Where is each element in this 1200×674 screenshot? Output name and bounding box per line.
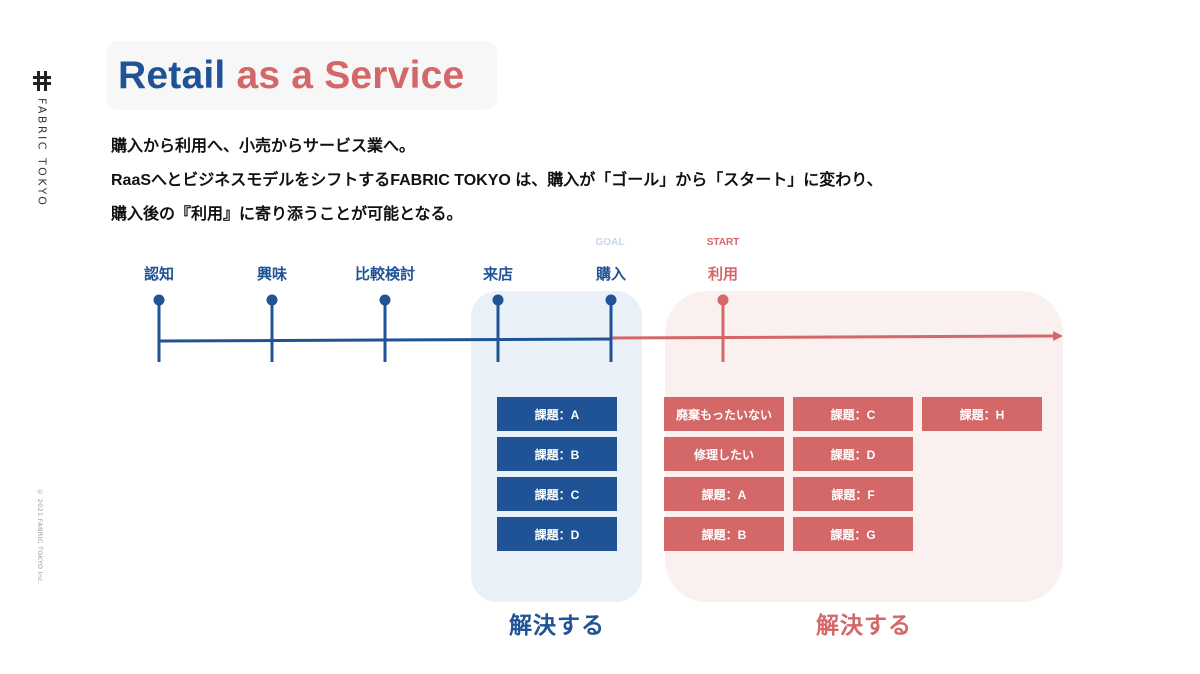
start-tag: START	[706, 237, 740, 248]
task-card: 課題：A	[664, 477, 784, 511]
stage-pin-dot	[717, 294, 729, 306]
task-card: 廃棄もったいない	[664, 397, 784, 431]
task-card: 課題：B	[664, 517, 784, 551]
task-card: 課題：F	[793, 477, 913, 511]
task-card: 課題：H	[922, 397, 1042, 431]
stage-label-purchase: 購入	[595, 266, 627, 283]
stage-label-visit: 来店	[482, 266, 514, 283]
stage-label-awareness: 認知	[143, 266, 175, 283]
goal-tag: GOAL	[595, 237, 625, 248]
stage-pin-dot	[492, 294, 504, 306]
timeline-arrow-head	[1053, 331, 1063, 341]
stage-pin-dot	[153, 294, 165, 306]
task-card: 課題：C	[497, 477, 617, 511]
task-card: 課題：A	[497, 397, 617, 431]
stage-label-comparison: 比較検討	[354, 266, 416, 283]
task-card: 課題：B	[497, 437, 617, 471]
stage-pin-dot	[605, 294, 617, 306]
task-card: 課題：C	[793, 397, 913, 431]
solve-label-before: 解決する	[509, 612, 605, 638]
stage-pin-dot	[379, 294, 391, 306]
stage-label-interest: 興味	[256, 266, 288, 283]
task-card: 課題：D	[793, 437, 913, 471]
stage-label-usage: 利用	[707, 266, 739, 283]
task-card: 修理したい	[664, 437, 784, 471]
timeline	[153, 294, 1063, 362]
timeline-axis-red	[611, 334, 1056, 340]
task-card: 課題：D	[497, 517, 617, 551]
stage-pin-dot	[266, 294, 278, 306]
solve-label-after: 解決する	[816, 612, 912, 638]
task-card: 課題：G	[793, 517, 913, 551]
